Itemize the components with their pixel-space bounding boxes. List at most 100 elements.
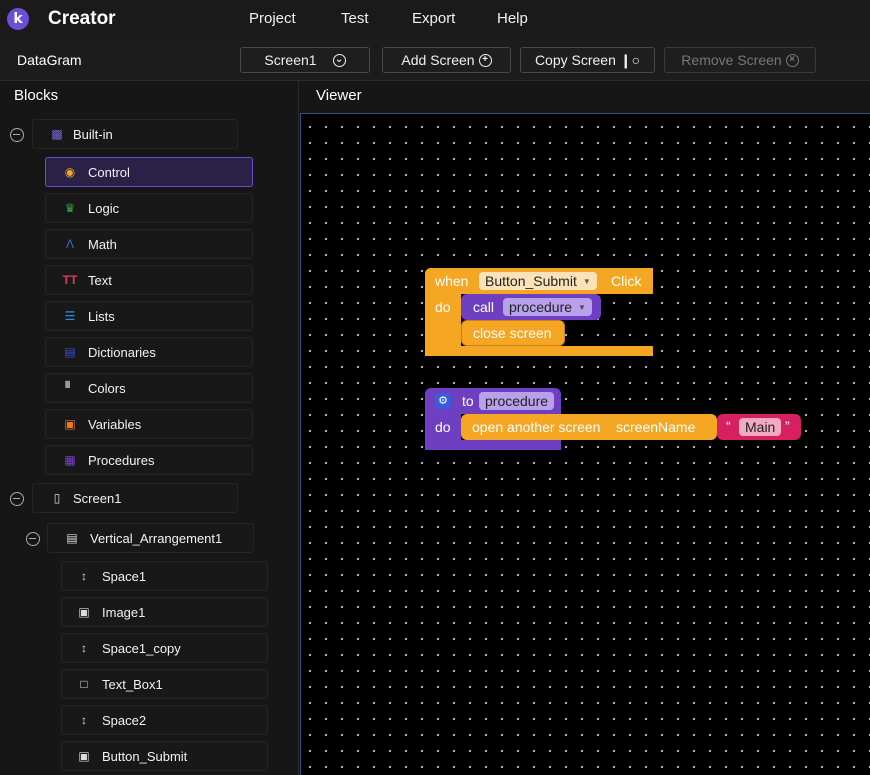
text-icon: TT xyxy=(62,273,78,287)
project-toolbar: DataGram Screen1 ⌄ Add Screen + Copy Scr… xyxy=(0,40,870,81)
event-name-label: Click xyxy=(611,273,642,289)
tree-colors[interactable]: ▘ Colors xyxy=(45,373,253,403)
copy-screen-button[interactable]: Copy Screen ❙○ xyxy=(520,47,655,73)
menu-test[interactable]: Test xyxy=(341,10,369,27)
viewer-title: Viewer xyxy=(316,87,362,104)
dropdown-arrow-icon: ▼ xyxy=(578,302,586,312)
tree-procedures-label: Procedures xyxy=(88,452,155,468)
procedure-definition-block[interactable]: ⚙ to procedure do open another screen sc… xyxy=(425,388,805,450)
project-name: DataGram xyxy=(17,52,82,68)
tree-logic-label: Logic xyxy=(88,200,120,216)
paint-roller-icon: ▘ xyxy=(65,381,75,395)
tree-vertical-arrangement[interactable]: ▤ Vertical_Arrangement1 xyxy=(47,523,254,553)
tree-math-label: Math xyxy=(88,236,117,252)
button-icon: ▣ xyxy=(78,749,90,763)
close-screen-block[interactable]: close screen xyxy=(461,320,565,346)
tree-builtin-label: Built-in xyxy=(73,126,113,142)
copy-icon: ❙○ xyxy=(619,51,641,68)
dropdown-arrow-icon: ▼ xyxy=(582,276,591,286)
procedure-dropdown[interactable]: procedure ▼ xyxy=(503,298,592,316)
tree-logic[interactable]: ♛ Logic xyxy=(45,193,253,223)
remove-screen-button[interactable]: Remove Screen × xyxy=(664,47,816,73)
tree-lists[interactable]: ☰ Lists xyxy=(45,301,253,331)
call-procedure-block[interactable]: call procedure ▼ xyxy=(461,294,601,320)
screen-select-label: Screen1 xyxy=(264,52,317,68)
tree-image1[interactable]: ▣ Image1 xyxy=(61,597,268,627)
tree-screen1-label: Screen1 xyxy=(73,490,122,506)
tree-dictionaries-label: Dictionaries xyxy=(88,344,156,360)
close-icon: × xyxy=(785,53,799,67)
tree-text-box1[interactable]: □ Text_Box1 xyxy=(61,669,268,699)
menu-project[interactable]: Project xyxy=(249,10,296,27)
tree-control-label: Control xyxy=(88,164,130,180)
tree-procedures[interactable]: ▦ Procedures xyxy=(45,445,253,475)
tree-space2[interactable]: ↕ Space2 xyxy=(61,705,268,735)
tree-control[interactable]: ◉ Control xyxy=(45,157,253,187)
blocks-panel-title: Blocks xyxy=(14,87,59,104)
tree-colors-label: Colors xyxy=(88,380,126,396)
plus-icon: + xyxy=(478,53,492,67)
procedure-dropdown-label: procedure xyxy=(509,299,573,315)
app-title: Creator xyxy=(48,8,116,29)
remove-screen-label: Remove Screen xyxy=(681,52,782,68)
text-string-block[interactable]: “ Main ” xyxy=(717,414,801,440)
gear-icon[interactable]: ⚙ xyxy=(435,393,451,409)
spacer-icon: ↕ xyxy=(81,569,87,583)
event-do-label: do xyxy=(435,299,451,315)
tree-lists-label: Lists xyxy=(88,308,115,324)
lists-icon: ☰ xyxy=(64,309,76,323)
tree-space2-label: Space2 xyxy=(102,712,147,728)
spacer-icon: ↕ xyxy=(81,713,87,727)
menu-help[interactable]: Help xyxy=(497,10,528,27)
logic-icon: ♛ xyxy=(64,201,76,215)
tree-space1[interactable]: ↕ Space1 xyxy=(61,561,268,591)
tree-variables[interactable]: ▣ Variables xyxy=(45,409,253,439)
screen-name-param-label: screenName xyxy=(616,419,696,435)
tree-variables-label: Variables xyxy=(88,416,142,432)
procedure-name-label: procedure xyxy=(485,393,549,409)
tree-text[interactable]: TT Text xyxy=(45,265,253,295)
tree-image1-label: Image1 xyxy=(102,604,146,620)
tree-builtin[interactable]: ▩ Built-in xyxy=(32,119,238,149)
event-when-label: when xyxy=(435,273,469,289)
add-screen-label: Add Screen xyxy=(401,52,475,68)
vertical-arrangement-icon: ▤ xyxy=(66,531,78,545)
procedure-name-field[interactable]: procedure xyxy=(479,392,555,410)
builtin-collapse-icon[interactable] xyxy=(10,128,24,142)
control-icon: ◉ xyxy=(64,165,76,179)
screen-collapse-icon[interactable] xyxy=(10,492,24,506)
math-icon: Λ xyxy=(65,237,74,251)
phone-icon: ▯ xyxy=(53,491,61,505)
blocks-panel: Blocks ▩ Built-in ◉ Control ♛ Logic Λ Ma… xyxy=(0,81,299,775)
tree-math[interactable]: Λ Math xyxy=(45,229,253,259)
component-dropdown[interactable]: Button_Submit ▼ xyxy=(479,272,597,290)
open-another-screen-block[interactable]: open another screen screenName xyxy=(461,414,717,440)
copy-screen-label: Copy Screen xyxy=(534,52,616,68)
tree-space1-copy[interactable]: ↕ Space1_copy xyxy=(61,633,268,663)
event-block[interactable]: when Button_Submit ▼ Click do call proce… xyxy=(425,268,653,356)
chevron-down-icon: ⌄ xyxy=(332,53,346,67)
app-logo: k xyxy=(7,8,29,30)
text-value-field[interactable]: Main xyxy=(739,418,782,436)
textbox-icon: □ xyxy=(80,677,88,691)
add-screen-button[interactable]: Add Screen + xyxy=(382,47,511,73)
tree-button-submit[interactable]: ▣ Button_Submit xyxy=(61,741,268,771)
quote-open-label: “ xyxy=(726,418,731,434)
tree-screen1[interactable]: ▯ Screen1 xyxy=(32,483,238,513)
tree-vertical-arrangement-label: Vertical_Arrangement1 xyxy=(90,530,223,546)
image-icon: ▣ xyxy=(78,605,90,619)
menu-export[interactable]: Export xyxy=(412,10,455,27)
tree-text-box1-label: Text_Box1 xyxy=(102,676,163,692)
component-dropdown-label: Button_Submit xyxy=(485,273,577,289)
menu-bar: k Creator Project Test Export Help xyxy=(0,0,870,40)
blocks-workspace[interactable]: when Button_Submit ▼ Click do call proce… xyxy=(300,113,870,775)
call-label: call xyxy=(473,299,495,315)
screen-select[interactable]: Screen1 ⌄ xyxy=(240,47,370,73)
tree-space1-copy-label: Space1_copy xyxy=(102,640,181,656)
tree-dictionaries[interactable]: ▤ Dictionaries xyxy=(45,337,253,367)
arrangement-collapse-icon[interactable] xyxy=(26,532,40,546)
text-value-label: Main xyxy=(745,419,776,435)
tree-text-label: Text xyxy=(88,272,112,288)
open-screen-label: open another screen xyxy=(472,419,601,435)
procedures-icon: ▦ xyxy=(64,453,76,467)
